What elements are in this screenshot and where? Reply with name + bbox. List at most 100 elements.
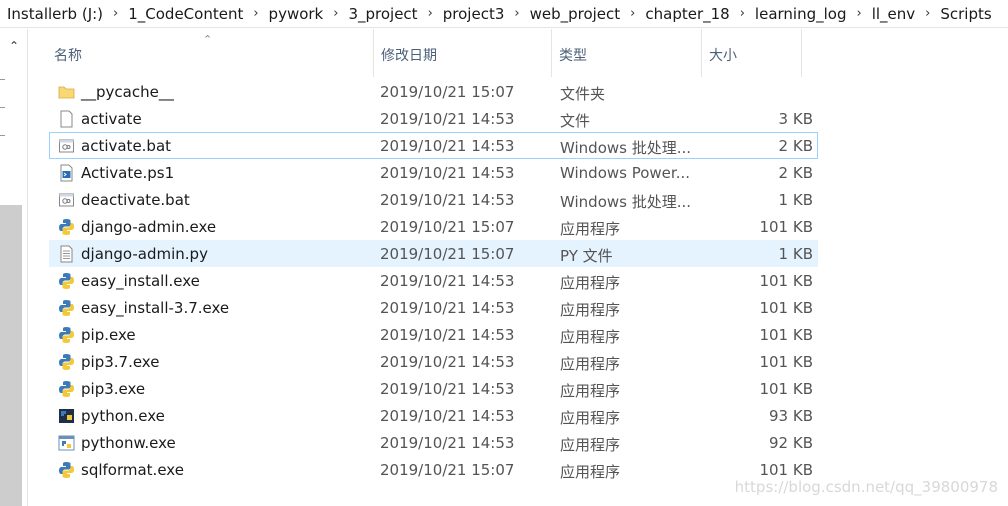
breadcrumb-separator-icon[interactable]: › [506, 6, 527, 21]
python-exe-icon [58, 218, 75, 236]
nav-divider [0, 79, 5, 80]
file-size: 101 KB [759, 380, 813, 398]
breadcrumb-item[interactable]: chapter_18 [643, 5, 731, 23]
breadcrumb-item[interactable]: 3_project [346, 5, 419, 23]
breadcrumb-separator-icon[interactable]: › [732, 6, 753, 21]
file-row[interactable]: easy_install-3.7.exe 2019/10/21 14:53 应用程序… [49, 294, 818, 321]
file-size: 93 KB [769, 407, 813, 425]
navigation-pane: ⌃ [0, 29, 28, 506]
watermark: https://blog.csdn.net/qq_39800978 [734, 478, 998, 496]
file-size: 101 KB [759, 299, 813, 317]
breadcrumb-item[interactable]: web_project [528, 5, 623, 23]
breadcrumb-separator-icon[interactable]: › [420, 6, 441, 21]
file-row[interactable]: pip3.exe 2019/10/21 14:53 应用程序 101 KB [49, 375, 818, 402]
python-exe-icon [58, 353, 75, 371]
file-size: 1 KB [778, 191, 813, 209]
scroll-up-icon[interactable]: ⌃ [9, 39, 19, 53]
file-type: 文件夹 [560, 85, 606, 103]
breadcrumb-separator-icon[interactable]: › [917, 6, 938, 21]
python-exe-icon [58, 272, 75, 290]
column-label-type: 类型 [559, 48, 587, 64]
column-header-type[interactable]: 类型 [552, 29, 702, 77]
batch-file-icon [58, 191, 75, 209]
file-name: activate [81, 110, 142, 128]
file-name: django-admin.py [81, 245, 208, 263]
file-size: 3 KB [778, 110, 813, 128]
file-size: 101 KB [759, 218, 813, 236]
file-row[interactable]: django-admin.exe 2019/10/21 15:07 应用程序 101 … [49, 213, 818, 240]
file-size: 2 KB [778, 137, 813, 155]
breadcrumb-item[interactable]: learning_log [753, 5, 849, 23]
nav-divider [0, 107, 5, 108]
file-row[interactable]: sqlformat.exe 2019/10/21 15:07 应用程序 101 KB [49, 456, 818, 483]
breadcrumb-separator-icon[interactable]: › [848, 6, 869, 21]
nav-scrollbar-thumb[interactable] [0, 205, 22, 506]
text-file-icon [58, 245, 75, 263]
breadcrumb-separator-icon[interactable]: › [622, 6, 643, 21]
column-header-name[interactable]: 名称 [47, 29, 374, 77]
file-date-modified: 2019/10/21 14:53 [380, 353, 515, 371]
breadcrumb-item[interactable]: project3 [441, 5, 507, 23]
file-name: easy_install.exe [81, 272, 200, 290]
file-type: Windows 批处理... [560, 139, 692, 157]
file-row[interactable]: __pycache__ 2019/10/21 15:07 文件夹 [49, 78, 818, 105]
file-row[interactable]: activate 2019/10/21 14:53 文件 3 KB [49, 105, 818, 132]
file-row[interactable]: pip3.7.exe 2019/10/21 14:53 应用程序 101 KB [49, 348, 818, 375]
breadcrumb-item[interactable]: ll_env [870, 5, 917, 23]
file-date-modified: 2019/10/21 14:53 [380, 272, 515, 290]
file-type: 应用程序 [560, 274, 621, 292]
powershell-file-icon [58, 164, 75, 182]
breadcrumb-item[interactable]: Installerb (J:) [5, 5, 105, 23]
python-exe-icon [58, 461, 75, 479]
python-exe-icon [58, 380, 75, 398]
file-row[interactable]: pythonw.exe 2019/10/21 14:53 应用程序 92 KB [49, 429, 818, 456]
file-list: __pycache__ 2019/10/21 15:07 文件夹 activate 20… [29, 78, 1008, 483]
file-size: 92 KB [769, 434, 813, 452]
breadcrumb-item[interactable]: Scripts [938, 5, 993, 23]
file-type: 应用程序 [560, 328, 621, 346]
file-name: deactivate.bat [81, 191, 190, 209]
breadcrumb-separator-icon[interactable]: › [325, 6, 346, 21]
python-exe-icon [58, 299, 75, 317]
file-name: activate.bat [81, 137, 172, 155]
file-row[interactable]: Activate.ps1 2019/10/21 14:53 Windows Powe… [49, 159, 818, 186]
file-type: Windows 批处理... [560, 193, 692, 211]
file-name: django-admin.exe [81, 218, 217, 236]
column-label-size: 大小 [709, 48, 737, 64]
breadcrumb-separator-icon[interactable]: › [245, 6, 266, 21]
file-date-modified: 2019/10/21 14:53 [380, 380, 515, 398]
nav-divider [0, 135, 5, 136]
file-name: pip.exe [81, 326, 136, 344]
file-name: Activate.ps1 [81, 164, 175, 182]
file-row[interactable]: django-admin.py 2019/10/21 15:07 PY 文件 1 KB [49, 240, 818, 267]
file-date-modified: 2019/10/21 14:53 [380, 434, 515, 452]
column-header-size[interactable]: 大小 [702, 29, 802, 77]
file-name: pythonw.exe [81, 434, 176, 452]
column-label-date: 修改日期 [381, 48, 437, 64]
file-row[interactable]: python.exe 2019/10/21 14:53 应用程序 93 KB [49, 402, 818, 429]
file-type: 应用程序 [560, 220, 621, 238]
breadcrumb-separator-icon[interactable]: › [105, 6, 126, 21]
file-date-modified: 2019/10/21 14:53 [380, 299, 515, 317]
file-type: 应用程序 [560, 409, 621, 427]
file-name: __pycache__ [81, 83, 174, 101]
file-size: 101 KB [759, 461, 813, 479]
file-date-modified: 2019/10/21 15:07 [380, 461, 515, 479]
column-header-date[interactable]: 修改日期 [374, 29, 552, 77]
file-type: Windows Power... [560, 164, 691, 182]
file-date-modified: 2019/10/21 15:07 [380, 83, 515, 101]
file-row[interactable]: deactivate.bat 2019/10/21 14:53 Windows 批处… [49, 186, 818, 213]
file-date-modified: 2019/10/21 14:53 [380, 191, 515, 209]
file-type: 应用程序 [560, 436, 621, 454]
file-row[interactable]: pip.exe 2019/10/21 14:53 应用程序 101 KB [49, 321, 818, 348]
file-row[interactable]: easy_install.exe 2019/10/21 14:53 应用程序 101 … [49, 267, 818, 294]
file-type: 应用程序 [560, 382, 621, 400]
file-row[interactable]: activate.bat 2019/10/21 14:53 Windows 批处理.… [49, 132, 818, 159]
file-size: 101 KB [759, 326, 813, 344]
python-window-icon [58, 434, 75, 452]
file-name: easy_install-3.7.exe [81, 299, 230, 317]
file-type: 应用程序 [560, 301, 621, 319]
folder-icon [58, 83, 75, 101]
breadcrumb-item[interactable]: pywork [267, 5, 326, 23]
breadcrumb-item[interactable]: 1_CodeContent [126, 5, 245, 23]
